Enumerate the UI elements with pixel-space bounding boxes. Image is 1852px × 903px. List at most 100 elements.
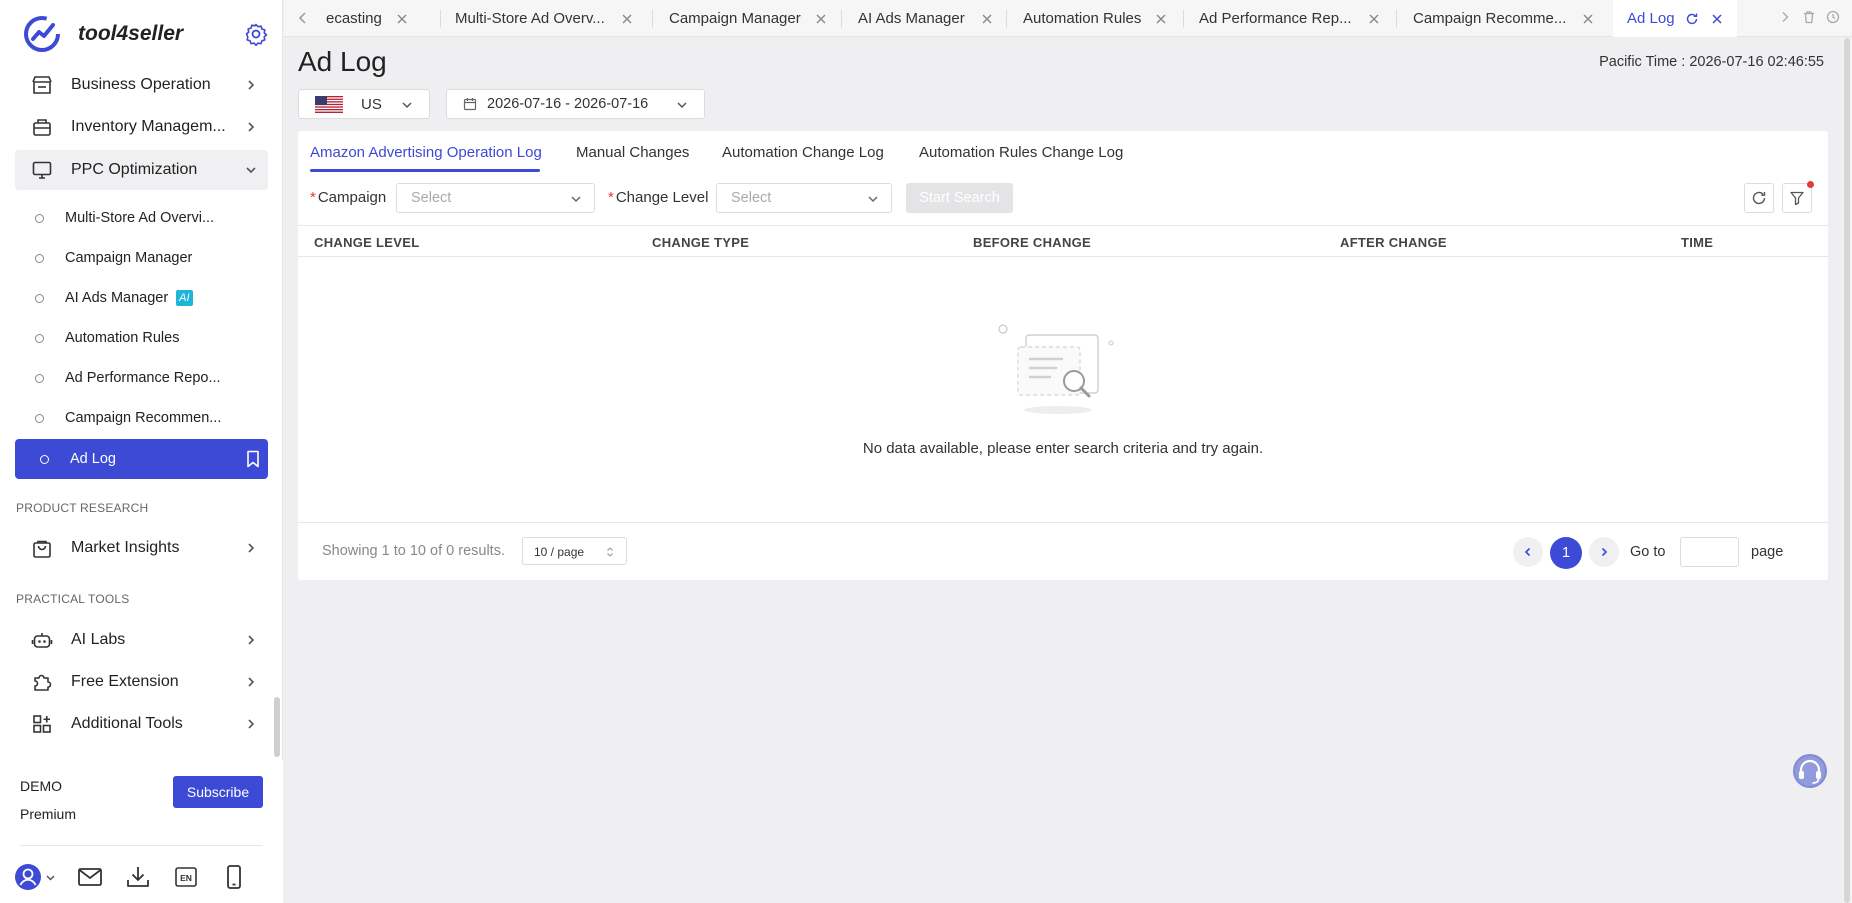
bookmark-icon[interactable] [246,450,260,468]
chevron-down-icon [677,102,687,109]
filter-active-dot [1807,181,1814,188]
main-scrollbar[interactable] [1842,38,1852,903]
tab-campaign-manager[interactable]: Campaign Manager [669,0,827,37]
close-icon[interactable] [1582,13,1594,25]
chevron-right-icon [248,719,255,729]
sidebar-item-label: Market Insights [71,539,180,556]
tab-scroll-left-icon[interactable] [296,10,310,26]
chevron-right-icon [248,122,255,132]
sidebar-item-label: Inventory Managem... [71,118,226,135]
goto-label: Go to [1630,544,1666,560]
column-header-after-change[interactable]: AFTER CHANGE [1340,235,1447,250]
chevron-right-icon [1601,547,1608,557]
tab-ai-ads-manager[interactable]: AI Ads Manager [858,0,993,37]
robot-icon [31,633,53,648]
required-mark: * [310,189,316,206]
sidebar-subitem-label: Multi-Store Ad Overvi... [65,210,215,226]
close-icon[interactable] [981,13,993,25]
ad-log-panel: Amazon Advertising Operation Log Manual … [298,131,1828,580]
sidebar-item-label: Free Extension [71,673,179,690]
close-icon[interactable] [1155,13,1167,25]
goto-page-input[interactable] [1680,537,1739,567]
download-icon[interactable] [124,863,152,891]
tab-ad-log[interactable]: Ad Log [1613,0,1737,37]
brand[interactable]: tool4seller [22,14,183,54]
close-icon[interactable] [815,13,827,25]
sidebar-subitem-automation-rules[interactable]: Automation Rules [15,319,268,357]
page-title: Ad Log [298,46,387,77]
user-avatar-icon[interactable] [14,863,56,891]
change-level-select[interactable]: Select [716,183,892,213]
tab-forecasting[interactable]: ecasting [326,0,408,37]
sidebar-subitem-ai-ads-manager[interactable]: AI Ads Manager AI [15,279,268,317]
tab-campaign-recommendations[interactable]: Campaign Recomme... [1413,0,1594,37]
next-page-button[interactable] [1589,537,1619,567]
mobile-phone-icon[interactable] [220,863,248,891]
country-select[interactable]: US [298,89,430,119]
tab-bar: ecasting Multi-Store Ad Overv... Campaig… [284,0,1852,37]
sidebar-item-market-insights[interactable]: Market Insights [15,528,268,568]
close-icon[interactable] [396,13,408,25]
sidebar-subitem-ad-performance-report[interactable]: Ad Performance Repo... [15,359,268,397]
tab-manual-changes[interactable]: Manual Changes [576,144,689,161]
tab-ad-performance-report[interactable]: Ad Performance Rep... [1199,0,1380,37]
column-header-change-level[interactable]: CHANGE LEVEL [314,235,419,250]
sidebar-item-additional-tools[interactable]: Additional Tools [15,704,268,744]
sidebar-item-inventory-management[interactable]: Inventory Managem... [15,107,268,147]
tab-label: Ad Log [1627,10,1675,27]
refresh-icon[interactable] [1685,12,1699,26]
page-number-current[interactable]: 1 [1550,537,1582,569]
grid-plus-icon [33,715,51,733]
tab-label: AI Ads Manager [858,10,965,27]
sidebar-item-ai-labs[interactable]: AI Labs [15,620,268,660]
tab-automation-rules[interactable]: Automation Rules [1023,0,1167,37]
table-header: CHANGE LEVEL CHANGE TYPE BEFORE CHANGE A… [298,225,1828,257]
section-title-product-research: PRODUCT RESEARCH [16,501,149,515]
sidebar-subitem-campaign-manager[interactable]: Campaign Manager [15,239,268,277]
section-title-practical-tools: PRACTICAL TOOLS [16,592,130,606]
tab-amazon-advertising-operation-log[interactable]: Amazon Advertising Operation Log [310,144,542,161]
tab-automation-change-log[interactable]: Automation Change Log [722,144,884,161]
column-header-change-type[interactable]: CHANGE TYPE [652,235,749,250]
page-size-value: 10 / page [534,545,585,559]
mail-icon[interactable] [76,863,104,891]
tab-automation-rules-change-log[interactable]: Automation Rules Change Log [919,144,1123,161]
column-header-time[interactable]: TIME [1681,235,1713,250]
campaign-select[interactable]: Select [396,183,595,213]
sidebar-item-label: Business Operation [71,76,211,93]
customer-support-headset-icon[interactable] [1791,752,1829,790]
tab-scroll-right-icon[interactable] [1778,10,1792,24]
subscribe-button[interactable]: Subscribe [173,776,263,808]
sidebar-item-label: Additional Tools [71,715,183,732]
chevron-down-icon [868,196,878,203]
filter-button[interactable] [1782,181,1814,213]
sidebar-scrollbar[interactable] [274,697,280,757]
sidebar-subitem-multi-store-ad-overview[interactable]: Multi-Store Ad Overvi... [15,199,268,237]
trash-icon[interactable] [1802,10,1816,24]
close-icon[interactable] [1368,13,1380,25]
close-icon[interactable] [1711,13,1723,25]
language-en-icon[interactable]: EN [172,863,200,891]
tab-multi-store-ad-overview[interactable]: Multi-Store Ad Overv... [455,0,633,37]
main-scrollbar-thumb[interactable] [1844,38,1850,903]
sidebar-item-ppc-optimization[interactable]: PPC Optimization [15,150,268,190]
bullet-circle-icon [35,413,44,423]
prev-page-button[interactable] [1513,537,1543,567]
history-clock-icon[interactable] [1826,10,1840,24]
tab-label: Campaign Manager [669,10,801,27]
start-search-button[interactable]: Start Search [906,183,1013,213]
puzzle-icon [34,674,52,691]
bullet-circle-icon [40,454,49,464]
column-header-before-change[interactable]: BEFORE CHANGE [973,235,1091,250]
tab-label: ecasting [326,10,382,27]
bullet-circle-icon [35,213,44,223]
refresh-button[interactable] [1744,183,1774,213]
page-size-select[interactable]: 10 / page [522,537,627,565]
close-icon[interactable] [621,13,633,25]
sidebar-subitem-campaign-recommendations[interactable]: Campaign Recommen... [15,399,268,437]
settings-gear-icon[interactable] [244,22,268,46]
sidebar-subitem-ad-log[interactable]: Ad Log [15,439,268,479]
date-range-picker[interactable]: 2026-07-16 - 2026-07-16 [446,89,705,119]
sidebar-item-business-operation[interactable]: Business Operation [15,65,268,105]
sidebar-item-free-extension[interactable]: Free Extension [15,662,268,702]
